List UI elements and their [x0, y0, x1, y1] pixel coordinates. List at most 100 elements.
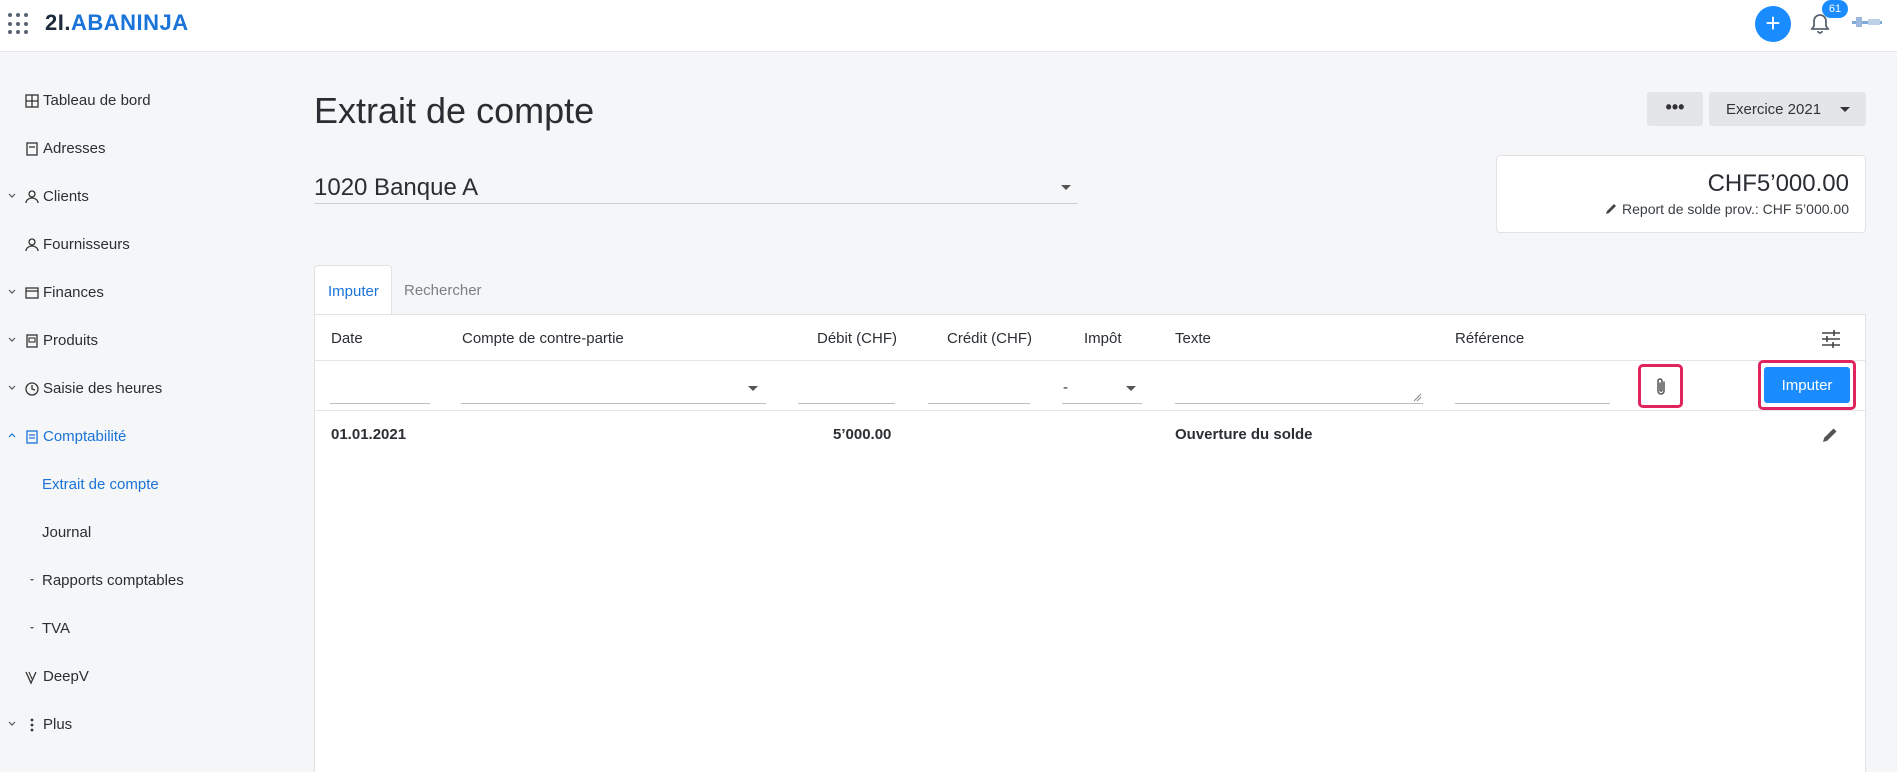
debit-input[interactable] — [798, 380, 895, 404]
sidebar-item-label: TVA — [42, 620, 71, 637]
avatar-icon[interactable] — [1850, 14, 1886, 32]
more-vertical-icon — [30, 718, 34, 732]
accounting-icon — [26, 430, 38, 444]
sidebar-item-plus[interactable]: Plus — [0, 710, 300, 740]
row-debit: 5’000.00 — [833, 426, 892, 443]
sidebar-item-tva[interactable]: TVA — [0, 614, 300, 644]
sidebar-item-label: Produits — [43, 332, 99, 349]
column-header-date: Date — [331, 330, 363, 347]
chevron-down-icon — [8, 385, 16, 390]
reference-input[interactable] — [1455, 380, 1610, 404]
chevron-up-icon — [8, 433, 16, 438]
finances-icon — [25, 287, 39, 299]
sidebar-item-clients[interactable]: Clients — [0, 182, 300, 212]
sidebar-item-extrait-de-compte[interactable]: Extrait de compte — [0, 470, 300, 500]
divider — [315, 410, 1865, 411]
chevron-down-icon — [8, 289, 16, 294]
products-icon — [26, 334, 38, 348]
tab-label: Imputer — [328, 283, 379, 300]
suppliers-icon — [25, 238, 39, 252]
sidebar-item-label: Saisie des heures — [43, 380, 163, 397]
sidebar-item-rapports-comptables[interactable]: Rapports comptables — [0, 566, 300, 596]
sidebar-item-fournisseurs[interactable]: Fournisseurs — [0, 230, 300, 260]
caret-down-icon — [748, 386, 758, 391]
logo-brand: ABANINJA — [70, 10, 189, 35]
caret-down-icon — [1126, 386, 1136, 391]
sidebar: Tableau de bord Adresses Clients Fournis… — [0, 53, 300, 772]
sidebar-item-label: Tableau de bord — [43, 92, 151, 109]
account-select[interactable]: 1020 Banque A — [314, 170, 1078, 204]
notification-count-badge: 61 — [1822, 0, 1848, 18]
account-select-value: 1020 Banque A — [314, 174, 479, 201]
attachment-button[interactable] — [1638, 364, 1683, 408]
sidebar-item-label: Clients — [43, 188, 89, 205]
top-bar: 2I.ABANINJA + 61 — [0, 0, 1897, 52]
balance-card: CHF5’000.00 Report de solde prov.: CHF 5… — [1496, 155, 1866, 233]
caret-down-icon — [1061, 185, 1071, 190]
tab-rechercher[interactable]: Rechercher — [392, 265, 492, 315]
logo-prefix: 2I. — [45, 10, 71, 35]
caret-down-icon — [1840, 107, 1850, 112]
text-textarea[interactable] — [1175, 380, 1423, 404]
column-header-credit: Crédit (CHF) — [947, 330, 1032, 347]
clients-icon — [25, 190, 39, 204]
sidebar-item-produits[interactable]: Produits — [0, 326, 300, 356]
resize-grip-icon[interactable] — [1412, 392, 1422, 402]
dashboard-icon — [25, 94, 39, 108]
deepv-icon — [25, 671, 37, 685]
column-header-texte: Texte — [1175, 330, 1211, 347]
sidebar-item-tableau-de-bord[interactable]: Tableau de bord — [0, 86, 300, 116]
page-title: Extrait de compte — [314, 90, 595, 131]
clock-icon — [25, 382, 39, 396]
tax-select[interactable] — [1062, 380, 1142, 404]
caret-down-icon — [30, 627, 34, 629]
column-header-impot: Impôt — [1084, 330, 1122, 347]
chevron-down-icon — [8, 337, 16, 342]
credit-input[interactable] — [928, 380, 1030, 404]
apps-grid-icon[interactable] — [8, 13, 30, 35]
sidebar-item-label: Journal — [42, 524, 92, 541]
sidebar-item-label: Rapports comptables — [42, 572, 184, 589]
row-date: 01.01.2021 — [331, 426, 407, 443]
sidebar-item-label: Finances — [43, 284, 104, 301]
sidebar-item-label: Extrait de compte — [42, 476, 159, 493]
chevron-down-icon — [8, 193, 16, 198]
column-settings-icon[interactable] — [1820, 328, 1842, 350]
column-header-contre-partie: Compte de contre-partie — [462, 330, 624, 347]
sidebar-item-label: Plus — [43, 716, 73, 733]
divider — [315, 360, 1865, 361]
imputer-button-highlight: Imputer — [1758, 360, 1856, 410]
chevron-down-icon — [8, 721, 16, 726]
sidebar-item-journal[interactable]: Journal — [0, 518, 300, 548]
balance-report-text: Report de solde prov.: CHF 5’000.00 — [1622, 201, 1849, 217]
sidebar-item-label: Fournisseurs — [43, 236, 130, 253]
sidebar-item-saisie-des-heures[interactable]: Saisie des heures — [0, 374, 300, 404]
fiscal-year-dropdown[interactable]: Exercice 2021 — [1709, 92, 1866, 126]
sidebar-item-comptabilite[interactable]: Comptabilité — [0, 422, 300, 452]
more-options-button[interactable]: ••• — [1647, 92, 1703, 126]
tab-imputer[interactable]: Imputer — [314, 265, 392, 315]
fiscal-year-label: Exercice 2021 — [1726, 101, 1822, 118]
sidebar-item-label: Comptabilité — [43, 428, 127, 445]
tab-label: Rechercher — [404, 282, 482, 299]
contre-partie-select[interactable] — [461, 380, 766, 404]
balance-report-link[interactable]: Report de solde prov.: CHF 5’000.00 — [1604, 201, 1849, 217]
sidebar-item-adresses[interactable]: Adresses — [0, 134, 300, 164]
tax-select-value: - — [1063, 379, 1068, 396]
logo[interactable]: 2I.ABANINJA — [45, 10, 189, 36]
sidebar-item-finances[interactable]: Finances — [0, 278, 300, 308]
pencil-icon[interactable] — [1820, 425, 1840, 445]
column-header-reference: Référence — [1455, 330, 1525, 347]
sidebar-item-label: Adresses — [43, 140, 106, 157]
column-header-debit: Débit (CHF) — [817, 330, 898, 347]
date-input[interactable] — [330, 380, 430, 404]
paperclip-icon — [1657, 378, 1665, 395]
imputer-button[interactable]: Imputer — [1764, 367, 1850, 403]
balance-amount: CHF5’000.00 — [1707, 170, 1849, 197]
plus-icon[interactable]: + — [1755, 6, 1791, 42]
sidebar-item-deepv[interactable]: DeepV — [0, 662, 300, 692]
pencil-icon — [1606, 204, 1617, 214]
address-book-icon — [26, 142, 38, 156]
row-text: Ouverture du solde — [1175, 426, 1313, 443]
sidebar-item-label: DeepV — [43, 668, 89, 685]
